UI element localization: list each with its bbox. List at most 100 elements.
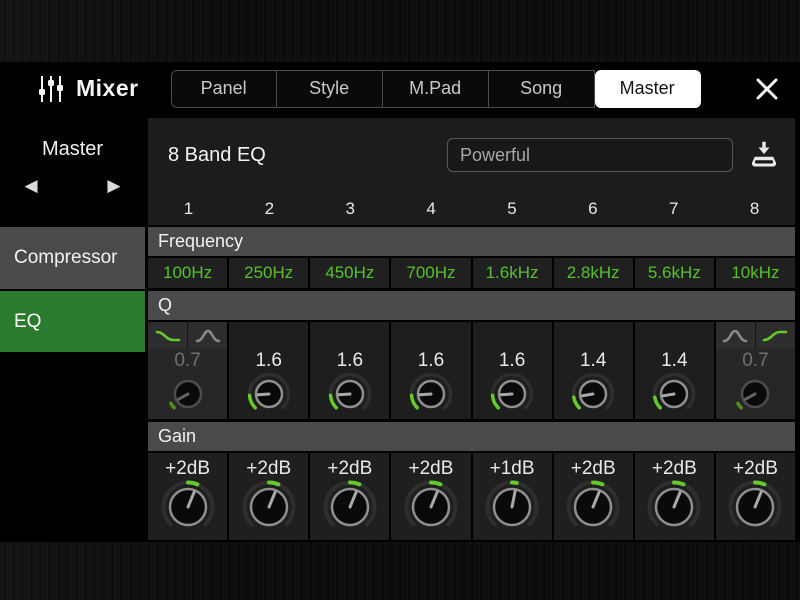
q-band-cell[interactable]: 1.4 [554, 322, 633, 419]
save-button[interactable] [749, 140, 779, 170]
band-number-5: 5 [472, 192, 553, 225]
q-band-cell[interactable]: 1.6 [310, 322, 389, 419]
gain-band-cell[interactable]: +2dB [391, 453, 470, 540]
gain-knob[interactable] [160, 479, 216, 535]
band-number-8: 8 [714, 192, 795, 225]
q-value: 1.6 [255, 350, 281, 371]
gain-band-cell[interactable]: +2dB [554, 453, 633, 540]
gain-knob[interactable] [322, 479, 378, 535]
q-knob[interactable] [246, 371, 292, 417]
q-value: 1.4 [580, 350, 606, 371]
gain-value: +2dB [165, 458, 210, 479]
gain-band-cell[interactable]: +2dB [716, 453, 795, 540]
frequency-value-cell[interactable]: 2.8kHz [554, 258, 633, 288]
band-number-4: 4 [391, 192, 472, 225]
gain-knob[interactable] [727, 479, 783, 535]
band-number-6: 6 [552, 192, 633, 225]
tab-bar: PanelStyleM.PadSongMaster [171, 70, 701, 108]
title-group: Mixer [38, 74, 139, 104]
band-number-1: 1 [148, 192, 229, 225]
sidebar-item-eq[interactable]: EQ [0, 291, 145, 352]
q-band-cell[interactable]: 0.7 [148, 322, 227, 419]
title-bar: Mixer PanelStyleM.PadSongMaster [0, 62, 800, 115]
filter-low-shelf-icon [155, 328, 181, 344]
frequency-value-cell[interactable]: 700Hz [391, 258, 470, 288]
close-icon [754, 76, 780, 102]
gain-value: +1dB [490, 458, 535, 479]
q-knob[interactable] [408, 371, 454, 417]
filter-peak-button[interactable] [716, 322, 755, 349]
filter-peak-button[interactable] [188, 322, 227, 349]
q-section-bar: Q [148, 291, 795, 320]
frequency-value-cell[interactable]: 5.6kHz [635, 258, 714, 288]
frequency-value-cell[interactable]: 450Hz [310, 258, 389, 288]
gain-knob[interactable] [403, 479, 459, 535]
q-knob[interactable] [165, 371, 211, 417]
gain-value: +2dB [571, 458, 616, 479]
save-icon [749, 140, 779, 170]
gain-knob[interactable] [565, 479, 621, 535]
gain-value: +2dB [652, 458, 697, 479]
part-selector-arrows: ◀ ▶ [25, 177, 121, 194]
frequency-section-bar: Frequency [148, 227, 795, 256]
q-knob[interactable] [489, 371, 535, 417]
q-value: 1.6 [337, 350, 363, 371]
frequency-row: 100Hz250Hz450Hz700Hz1.6kHz2.8kHz5.6kHz10… [148, 258, 795, 288]
frequency-value-cell[interactable]: 250Hz [229, 258, 308, 288]
gain-knob[interactable] [646, 479, 702, 535]
filter-type-selector [716, 322, 795, 349]
mixer-dialog: Mixer PanelStyleM.PadSongMaster Master ◀… [0, 62, 800, 542]
preset-selector[interactable]: Powerful [447, 138, 733, 172]
q-value: 0.7 [742, 350, 768, 371]
eq-top: 8 Band EQ Powerful 12345678 [148, 118, 795, 225]
frequency-value-cell[interactable]: 10kHz [716, 258, 795, 288]
q-knob[interactable] [327, 371, 373, 417]
tab-style[interactable]: Style [277, 70, 383, 108]
part-selector: Master ◀ ▶ [0, 118, 145, 225]
q-band-cell[interactable]: 1.6 [391, 322, 470, 419]
tab-panel[interactable]: Panel [171, 70, 277, 108]
filter-peak-icon [195, 328, 221, 344]
tab-song[interactable]: Song [489, 70, 595, 108]
filter-type-selector [148, 322, 227, 349]
filter-peak-icon [722, 328, 748, 344]
gain-value: +2dB [408, 458, 453, 479]
band-number-2: 2 [229, 192, 310, 225]
window-title: Mixer [76, 75, 139, 102]
q-band-cell[interactable]: 1.4 [635, 322, 714, 419]
filter-high-shelf-icon [762, 328, 788, 344]
gain-band-cell[interactable]: +2dB [310, 453, 389, 540]
filter-high-shelf-button[interactable] [756, 322, 795, 349]
gain-band-cell[interactable]: +2dB [635, 453, 714, 540]
next-arrow-icon[interactable]: ▶ [107, 177, 120, 194]
q-row: 0.7 1.6 1.6 1.6 1.6 1.4 1.4 0.7 [148, 322, 795, 419]
gain-value: +2dB [733, 458, 778, 479]
part-selector-label: Master [42, 138, 103, 161]
close-button[interactable] [754, 76, 780, 102]
gain-band-cell[interactable]: +2dB [148, 453, 227, 540]
q-band-cell[interactable]: 0.7 [716, 322, 795, 419]
q-knob[interactable] [570, 371, 616, 417]
page-title: 8 Band EQ [168, 144, 266, 167]
gain-band-cell[interactable]: +2dB [229, 453, 308, 540]
q-value: 1.6 [418, 350, 444, 371]
band-numbers-row: 12345678 [148, 192, 795, 225]
q-band-cell[interactable]: 1.6 [229, 322, 308, 419]
q-knob[interactable] [732, 371, 778, 417]
sidebar-item-compressor[interactable]: Compressor [0, 227, 145, 289]
filter-low-shelf-button[interactable] [148, 322, 187, 349]
frequency-value-cell[interactable]: 1.6kHz [473, 258, 552, 288]
gain-section-bar: Gain [148, 422, 795, 451]
screen-background: Mixer PanelStyleM.PadSongMaster Master ◀… [0, 0, 800, 600]
gain-knob[interactable] [241, 479, 297, 535]
tab-master[interactable]: Master [595, 70, 701, 108]
eq-panel: 8 Band EQ Powerful 12345678 [148, 118, 795, 542]
frequency-value-cell[interactable]: 100Hz [148, 258, 227, 288]
gain-band-cell[interactable]: +1dB [473, 453, 552, 540]
gain-knob[interactable] [484, 479, 540, 535]
tab-mpad[interactable]: M.Pad [383, 70, 489, 108]
dialog-body: Master ◀ ▶ Compressor EQ 8 Band EQ Power… [0, 118, 800, 542]
q-knob[interactable] [651, 371, 697, 417]
q-band-cell[interactable]: 1.6 [473, 322, 552, 419]
prev-arrow-icon[interactable]: ◀ [25, 177, 38, 194]
